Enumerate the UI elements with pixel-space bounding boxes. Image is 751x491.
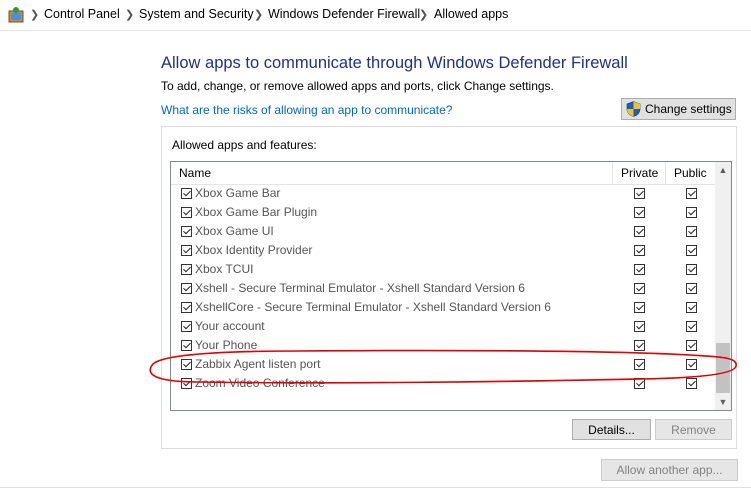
- list-item[interactable]: Xbox Game Bar Plugin: [171, 203, 717, 222]
- private-checkbox[interactable]: [634, 302, 645, 313]
- app-enabled-checkbox[interactable]: [181, 378, 192, 389]
- page-title: Allow apps to communicate through Window…: [161, 54, 628, 72]
- private-checkbox[interactable]: [634, 226, 645, 237]
- public-checkbox[interactable]: [686, 378, 697, 389]
- public-checkbox[interactable]: [686, 340, 697, 351]
- column-header-private[interactable]: Private: [621, 166, 658, 180]
- app-enabled-checkbox[interactable]: [181, 321, 192, 332]
- private-checkbox[interactable]: [634, 359, 645, 370]
- private-checkbox[interactable]: [634, 283, 645, 294]
- list-item[interactable]: Xbox Game Bar: [171, 184, 717, 203]
- private-checkbox[interactable]: [634, 264, 645, 275]
- app-name: Xbox Identity Provider: [195, 243, 313, 257]
- app-name: Xbox TCUI: [195, 262, 254, 276]
- breadcrumb-separator: ❯: [254, 9, 264, 21]
- list-item[interactable]: Your account: [171, 317, 717, 336]
- group-label: Allowed apps and features:: [172, 138, 317, 152]
- app-enabled-checkbox[interactable]: [181, 245, 192, 256]
- breadcrumb-firewall[interactable]: Windows Defender Firewall: [268, 7, 420, 21]
- page-description: To add, change, or remove allowed apps a…: [161, 79, 554, 93]
- app-name: Xshell - Secure Terminal Emulator - Xshe…: [195, 281, 525, 295]
- app-name: Xbox Game Bar Plugin: [195, 205, 318, 219]
- public-checkbox[interactable]: [686, 302, 697, 313]
- breadcrumb-separator: ❯: [419, 9, 429, 21]
- change-settings-label: Change settings: [645, 102, 732, 116]
- app-enabled-checkbox[interactable]: [181, 226, 192, 237]
- list-item[interactable]: Xshell - Secure Terminal Emulator - Xshe…: [171, 279, 717, 298]
- app-enabled-checkbox[interactable]: [181, 340, 192, 351]
- allowed-apps-group: Allowed apps and features: Name Private …: [161, 126, 737, 449]
- list-item[interactable]: Your Phone: [171, 336, 717, 355]
- risks-link[interactable]: What are the risks of allowing an app to…: [161, 103, 452, 117]
- public-checkbox[interactable]: [686, 321, 697, 332]
- private-checkbox[interactable]: [634, 245, 645, 256]
- public-checkbox[interactable]: [686, 188, 697, 199]
- allow-another-app-button[interactable]: Allow another app...: [601, 459, 738, 481]
- app-name: Xbox Game Bar: [195, 186, 281, 200]
- public-checkbox[interactable]: [686, 264, 697, 275]
- scroll-up-icon[interactable]: ▲: [715, 162, 731, 178]
- breadcrumb-allowed-apps[interactable]: Allowed apps: [434, 7, 508, 21]
- breadcrumb-separator: ❯: [30, 9, 40, 21]
- divider: [0, 487, 751, 488]
- public-checkbox[interactable]: [686, 226, 697, 237]
- private-checkbox[interactable]: [634, 321, 645, 332]
- list-item[interactable]: Xbox TCUI: [171, 260, 717, 279]
- app-name: Zoom Video Conference: [195, 376, 325, 390]
- list-item[interactable]: XshellCore - Secure Terminal Emulator - …: [171, 298, 717, 317]
- app-name: XshellCore - Secure Terminal Emulator - …: [195, 300, 551, 314]
- breadcrumb: ❯ Control Panel ❯ System and Security ❯ …: [0, 0, 751, 31]
- app-enabled-checkbox[interactable]: [181, 188, 192, 199]
- public-checkbox[interactable]: [686, 207, 697, 218]
- column-header-name[interactable]: Name: [179, 166, 211, 180]
- public-checkbox[interactable]: [686, 359, 697, 370]
- allowed-apps-list[interactable]: Name Private Public Xbox Game Bar Xbox G…: [170, 161, 732, 411]
- control-panel-icon[interactable]: [7, 6, 25, 24]
- private-checkbox[interactable]: [634, 378, 645, 389]
- list-item[interactable]: Zabbix Agent listen port: [171, 355, 717, 374]
- private-checkbox[interactable]: [634, 188, 645, 199]
- app-enabled-checkbox[interactable]: [181, 359, 192, 370]
- breadcrumb-system-security[interactable]: System and Security: [139, 7, 254, 21]
- app-enabled-checkbox[interactable]: [181, 283, 192, 294]
- breadcrumb-control-panel[interactable]: Control Panel: [44, 7, 120, 21]
- details-button[interactable]: Details...: [572, 419, 651, 440]
- scroll-down-icon[interactable]: ▼: [715, 394, 731, 410]
- change-settings-button[interactable]: Change settings: [621, 98, 736, 120]
- app-enabled-checkbox[interactable]: [181, 207, 192, 218]
- app-name: Zabbix Agent listen port: [195, 357, 321, 371]
- private-checkbox[interactable]: [634, 340, 645, 351]
- remove-button[interactable]: Remove: [655, 419, 732, 440]
- column-divider: [612, 162, 613, 184]
- list-item[interactable]: Xbox Identity Provider: [171, 241, 717, 260]
- app-name: Xbox Game UI: [195, 224, 274, 238]
- list-item[interactable]: Zoom Video Conference: [171, 374, 717, 393]
- app-enabled-checkbox[interactable]: [181, 264, 192, 275]
- list-rows: Xbox Game Bar Xbox Game Bar Plugin Xbox …: [171, 184, 717, 393]
- public-checkbox[interactable]: [686, 245, 697, 256]
- column-header-public[interactable]: Public: [674, 166, 707, 180]
- app-name: Your Phone: [195, 338, 258, 352]
- column-divider: [665, 162, 666, 184]
- app-name: Your account: [195, 319, 265, 333]
- uac-shield-icon: [626, 101, 641, 117]
- scroll-thumb[interactable]: [716, 343, 730, 393]
- list-item[interactable]: Xbox Game UI: [171, 222, 717, 241]
- list-header: Name Private Public: [171, 162, 717, 185]
- private-checkbox[interactable]: [634, 207, 645, 218]
- public-checkbox[interactable]: [686, 283, 697, 294]
- app-enabled-checkbox[interactable]: [181, 302, 192, 313]
- breadcrumb-separator: ❯: [125, 9, 135, 21]
- vertical-scrollbar[interactable]: ▲ ▼: [715, 162, 731, 410]
